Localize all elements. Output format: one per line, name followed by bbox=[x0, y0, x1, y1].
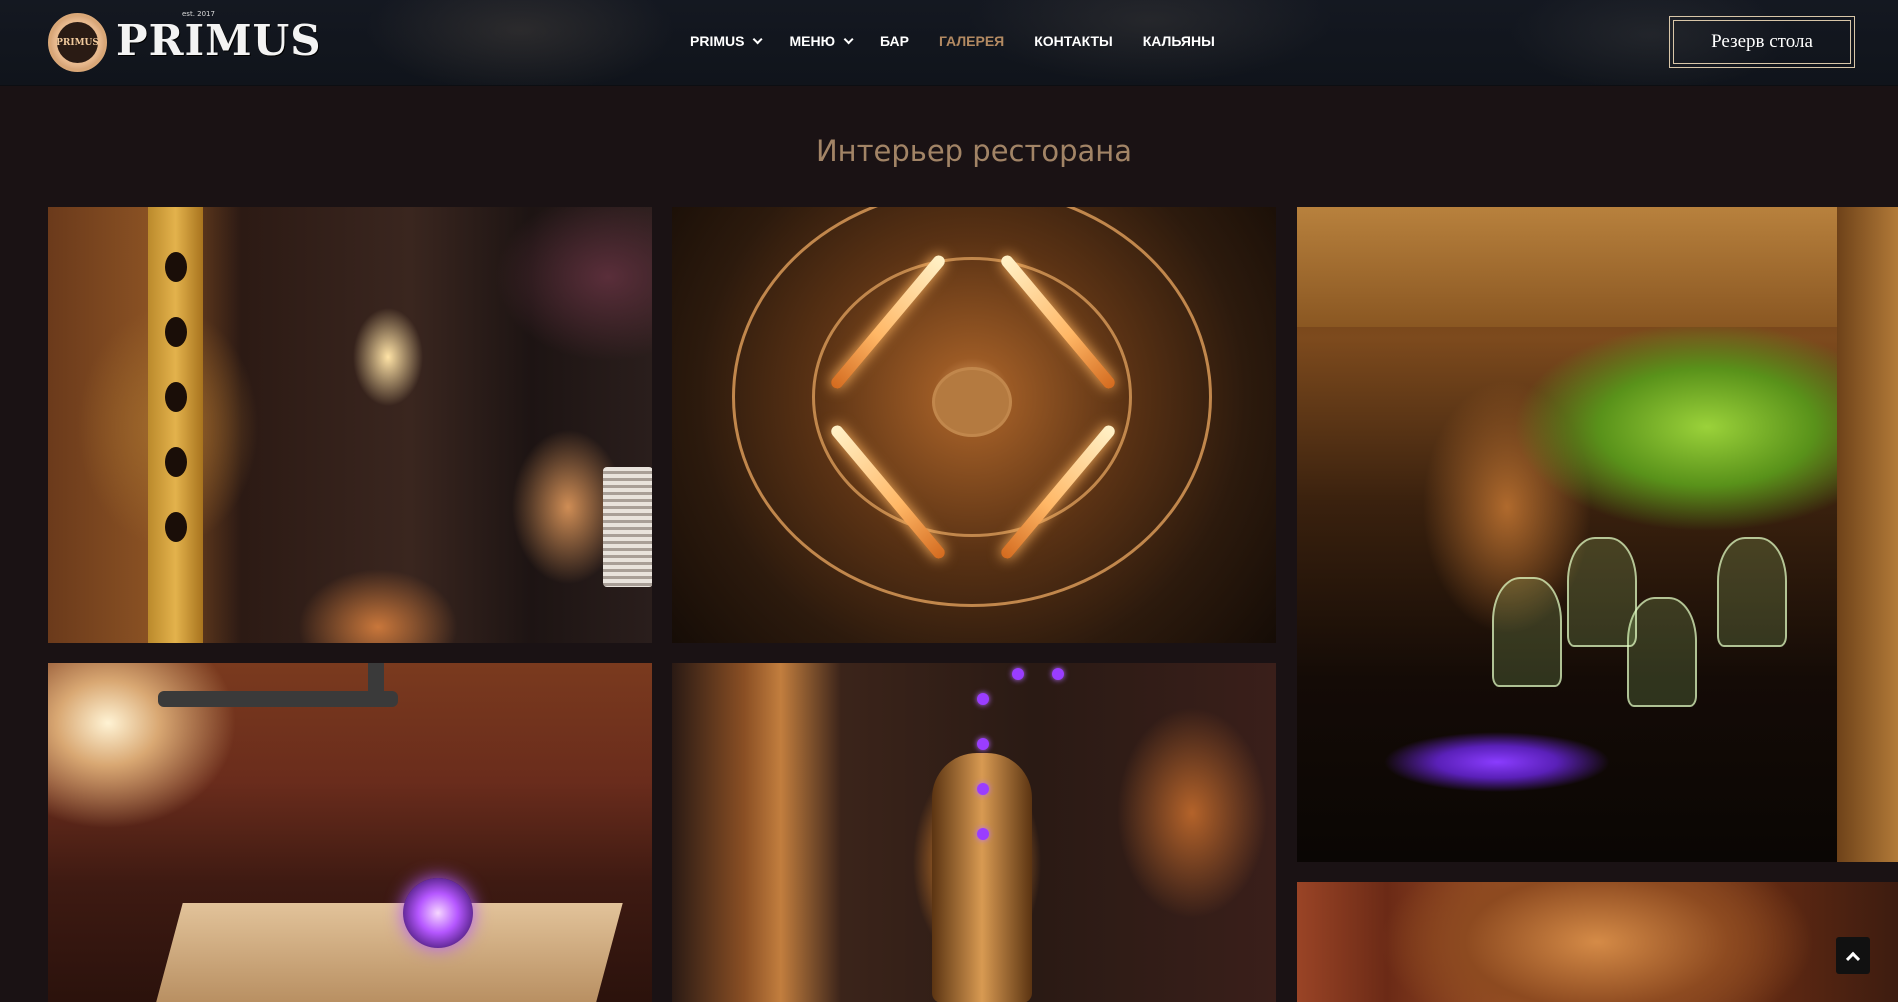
nav-item-bar[interactable]: БАР bbox=[880, 28, 909, 54]
photo-detail bbox=[153, 903, 623, 1002]
photo-detail bbox=[1627, 597, 1697, 707]
photo-detail bbox=[977, 738, 989, 750]
gallery-title: Интерьер ресторана bbox=[815, 134, 1133, 168]
chevron-down-icon bbox=[843, 33, 854, 44]
nav-item-label: PRIMUS bbox=[690, 33, 745, 49]
reserve-table-button[interactable]: Резерв стола bbox=[1669, 16, 1855, 68]
gallery-photo-diver[interactable] bbox=[672, 663, 1276, 1002]
nav-item-primus[interactable]: PRIMUS bbox=[690, 28, 764, 54]
nav-item-label: ГАЛЕРЕЯ bbox=[939, 33, 1005, 49]
photo-detail bbox=[165, 447, 187, 477]
logo-wordmark[interactable]: PRIMUS bbox=[116, 10, 322, 70]
gallery-photo-bar-counter[interactable] bbox=[48, 207, 652, 643]
nav-item-label: КОНТАКТЫ bbox=[1034, 33, 1113, 49]
photo-detail bbox=[165, 252, 187, 282]
chevron-down-icon bbox=[753, 33, 764, 44]
logo-badge[interactable]: PRIMUS bbox=[48, 13, 107, 72]
scroll-to-top-button[interactable] bbox=[1836, 937, 1870, 974]
photo-detail bbox=[165, 512, 187, 542]
nav-item-label: КАЛЬЯНЫ bbox=[1142, 33, 1215, 49]
site-header: PRIMUS est. 2017 PRIMUS PRIMUS МЕНЮ БАР … bbox=[0, 0, 1898, 86]
logo-badge-text: PRIMUS bbox=[56, 22, 99, 63]
nav-item-menu[interactable]: МЕНЮ bbox=[789, 28, 854, 54]
nav-item-gallery[interactable]: ГАЛЕРЕЯ bbox=[939, 28, 1004, 54]
main-nav: PRIMUS МЕНЮ БАР ГАЛЕРЕЯ КОНТАКТЫ КАЛЬЯНЫ bbox=[690, 28, 1215, 54]
photo-detail bbox=[977, 828, 989, 840]
photo-detail bbox=[1297, 207, 1898, 327]
photo-detail bbox=[165, 382, 187, 412]
nav-item-hookahs[interactable]: КАЛЬЯНЫ bbox=[1143, 28, 1215, 54]
photo-detail bbox=[1567, 537, 1637, 647]
photo-detail bbox=[1492, 577, 1562, 687]
arrow-up-icon bbox=[1845, 951, 1861, 966]
photo-detail bbox=[977, 783, 989, 795]
photo-detail bbox=[1717, 537, 1787, 647]
nav-item-label: БАР bbox=[880, 33, 909, 49]
photo-detail bbox=[1837, 207, 1898, 862]
photo-detail bbox=[368, 663, 384, 707]
nav-item-contacts[interactable]: КОНТАКТЫ bbox=[1034, 28, 1112, 54]
gallery-photo-wheel[interactable] bbox=[672, 207, 1276, 643]
photo-detail bbox=[603, 467, 652, 587]
photo-detail bbox=[977, 693, 989, 705]
gallery-photo-face[interactable] bbox=[1297, 882, 1898, 1002]
photo-detail bbox=[403, 878, 473, 948]
photo-detail bbox=[158, 691, 398, 707]
photo-detail bbox=[1052, 668, 1064, 680]
photo-detail bbox=[1012, 668, 1024, 680]
nav-item-label: МЕНЮ bbox=[789, 33, 836, 49]
gallery-photo-table[interactable] bbox=[48, 663, 652, 1002]
photo-detail bbox=[165, 317, 187, 347]
gallery-photo-glasses[interactable] bbox=[1297, 207, 1898, 862]
photo-detail bbox=[932, 367, 1012, 437]
